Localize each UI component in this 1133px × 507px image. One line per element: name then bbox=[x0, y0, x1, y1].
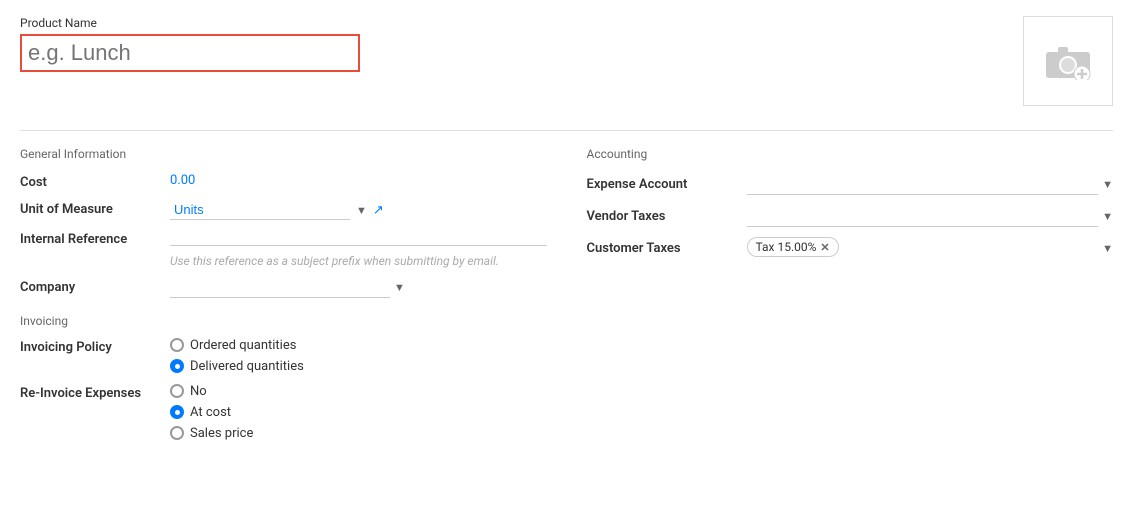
company-label: Company bbox=[20, 278, 170, 295]
vendor-taxes-arrow-icon: ▼ bbox=[1102, 210, 1113, 223]
radio-delivered-label: Delivered quantities bbox=[190, 359, 304, 374]
customer-taxes-arrow-icon: ▼ bbox=[1102, 242, 1113, 255]
re-invoice-no[interactable]: No bbox=[170, 384, 253, 399]
invoicing-policy-options: Ordered quantities Delivered quantities bbox=[170, 338, 304, 374]
company-select-arrow-icon: ▼ bbox=[394, 281, 405, 294]
customer-taxes-row: Customer Taxes Tax 15.00% ✕ ▼ bbox=[587, 237, 1114, 259]
general-info-title: General Information bbox=[20, 147, 547, 161]
invoicing-policy-ordered[interactable]: Ordered quantities bbox=[170, 338, 304, 353]
product-name-input[interactable] bbox=[28, 40, 352, 66]
tax-badge-label: Tax 15.00% bbox=[756, 240, 817, 254]
expense-account-value[interactable] bbox=[747, 173, 1099, 195]
section-divider bbox=[20, 130, 1113, 131]
tax-badge-close-icon[interactable]: ✕ bbox=[820, 241, 829, 254]
unit-select-arrow-icon: ▼ bbox=[356, 204, 367, 217]
radio-at-cost-label: At cost bbox=[190, 405, 231, 420]
invoicing-title: Invoicing bbox=[20, 314, 547, 328]
product-name-label: Product Name bbox=[20, 16, 360, 30]
product-name-block: Product Name bbox=[20, 16, 360, 72]
right-column: Accounting Expense Account ▼ Vendor Taxe… bbox=[587, 147, 1114, 451]
company-input[interactable] bbox=[170, 278, 390, 298]
radio-sales-price-label: Sales price bbox=[190, 426, 253, 441]
cost-value[interactable]: 0.00 bbox=[170, 173, 547, 188]
invoicing-section: Invoicing Invoicing Policy Ordered quant… bbox=[20, 314, 547, 441]
external-link-icon[interactable]: ↗ bbox=[373, 203, 384, 218]
invoicing-policy-label: Invoicing Policy bbox=[20, 338, 170, 355]
cost-row: Cost 0.00 bbox=[20, 173, 547, 190]
expense-account-label: Expense Account bbox=[587, 177, 747, 192]
radio-no-icon bbox=[170, 384, 184, 398]
two-col-layout: General Information Cost 0.00 Unit of Me… bbox=[20, 147, 1113, 451]
radio-sales-price-icon bbox=[170, 426, 184, 440]
top-section: Product Name bbox=[20, 16, 1113, 106]
expense-account-row: Expense Account ▼ bbox=[587, 173, 1114, 195]
vendor-taxes-row: Vendor Taxes ▼ bbox=[587, 205, 1114, 227]
cost-label: Cost bbox=[20, 173, 170, 190]
unit-of-measure-select[interactable]: Units kg g lb oz bbox=[170, 200, 350, 220]
unit-of-measure-label: Unit of Measure bbox=[20, 200, 170, 217]
photo-placeholder[interactable] bbox=[1023, 16, 1113, 106]
radio-delivered-icon bbox=[170, 359, 184, 373]
internal-reference-label: Internal Reference bbox=[20, 230, 170, 247]
re-invoice-at-cost[interactable]: At cost bbox=[170, 405, 253, 420]
radio-ordered-label: Ordered quantities bbox=[190, 338, 296, 353]
internal-reference-help-text: Use this reference as a subject prefix w… bbox=[170, 253, 547, 270]
left-column: General Information Cost 0.00 Unit of Me… bbox=[20, 147, 547, 451]
customer-taxes-label: Customer Taxes bbox=[587, 241, 747, 256]
tax-badge: Tax 15.00% ✕ bbox=[747, 237, 839, 257]
radio-ordered-icon bbox=[170, 338, 184, 352]
vendor-taxes-label: Vendor Taxes bbox=[587, 209, 747, 224]
invoicing-policy-delivered[interactable]: Delivered quantities bbox=[170, 359, 304, 374]
accounting-title: Accounting bbox=[587, 147, 1114, 161]
product-name-input-wrapper bbox=[20, 34, 360, 72]
company-select-wrapper: ▼ bbox=[170, 278, 547, 298]
internal-reference-input[interactable] bbox=[170, 230, 547, 246]
camera-icon bbox=[1043, 41, 1093, 81]
expense-account-arrow-icon: ▼ bbox=[1102, 178, 1113, 191]
customer-taxes-content: Tax 15.00% ✕ bbox=[747, 237, 1099, 259]
internal-reference-row: Internal Reference bbox=[20, 230, 547, 247]
re-invoice-label: Re-Invoice Expenses bbox=[20, 384, 170, 401]
re-invoice-options: No At cost Sales price bbox=[170, 384, 253, 441]
invoicing-policy-row: Invoicing Policy Ordered quantities Deli… bbox=[20, 338, 547, 374]
vendor-taxes-value[interactable] bbox=[747, 205, 1099, 227]
re-invoice-sales-price[interactable]: Sales price bbox=[170, 426, 253, 441]
radio-no-label: No bbox=[190, 384, 207, 399]
unit-of-measure-row: Unit of Measure Units kg g lb oz ▼ ↗ bbox=[20, 200, 547, 220]
company-row: Company ▼ bbox=[20, 278, 547, 298]
unit-of-measure-wrapper: Units kg g lb oz ▼ ↗ bbox=[170, 200, 547, 220]
radio-at-cost-icon bbox=[170, 405, 184, 419]
re-invoice-row: Re-Invoice Expenses No At cost Sales pri… bbox=[20, 384, 547, 441]
